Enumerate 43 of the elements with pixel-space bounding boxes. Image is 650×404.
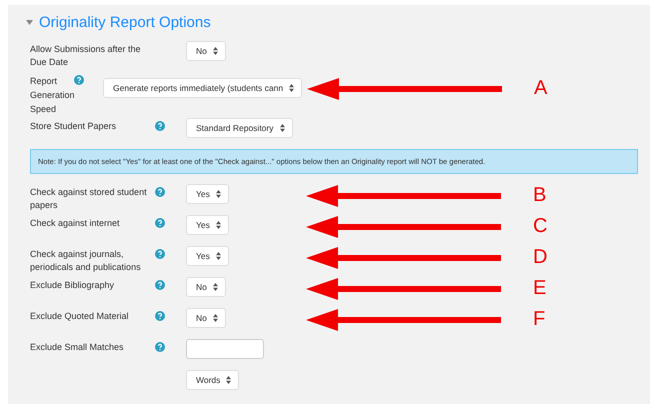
- sort-arrows-icon: [216, 221, 221, 229]
- dropdown-select[interactable]: Generate reports immediately (students cann: [103, 78, 302, 98]
- annotation-letter: E: [533, 277, 546, 300]
- dropdown-select[interactable]: Yes: [186, 246, 229, 266]
- sort-arrows-icon: [212, 47, 218, 55]
- field-label: Check against stored student papers: [30, 186, 148, 212]
- collapse-caret-icon[interactable]: [26, 20, 33, 24]
- annotation-letter: C: [533, 215, 548, 238]
- field-label: Exclude Quoted Material: [30, 310, 130, 323]
- sort-arrows-icon: [212, 283, 218, 291]
- sort-arrows-icon: [289, 84, 294, 92]
- field-label: Exclude Small Matches: [30, 341, 125, 354]
- help-icon[interactable]: [155, 121, 165, 131]
- dropdown-select[interactable]: No: [186, 277, 226, 297]
- annotation-letter: B: [533, 184, 546, 207]
- dropdown-select[interactable]: Yes: [186, 184, 229, 204]
- sort-arrows-icon: [226, 376, 232, 384]
- field-label: Report Generation Speed: [30, 75, 74, 116]
- field-label: Check against journals, periodicals and publications: [30, 248, 142, 274]
- help-icon[interactable]: [74, 75, 84, 85]
- help-icon[interactable]: [155, 311, 165, 321]
- dropdown-select[interactable]: No: [186, 41, 226, 61]
- help-icon[interactable]: [155, 249, 165, 259]
- help-icon[interactable]: [155, 280, 165, 290]
- help-icon[interactable]: [155, 342, 165, 352]
- dropdown-select[interactable]: Standard Repository: [186, 118, 292, 138]
- field-label: Allow Submissions after the Due Date: [30, 43, 142, 69]
- sort-arrows-icon: [280, 124, 284, 132]
- field-label: Store Student Papers: [30, 120, 118, 133]
- sort-arrows-icon: [216, 252, 221, 260]
- sort-arrows-icon: [216, 190, 221, 198]
- dropdown-select[interactable]: Words: [186, 370, 240, 390]
- annotation-letter: D: [533, 246, 548, 269]
- dropdown-select[interactable]: No: [186, 308, 226, 328]
- input-field[interactable]: [186, 339, 264, 359]
- field-label: Exclude Bibliography: [30, 279, 116, 292]
- help-icon[interactable]: [155, 187, 165, 197]
- annotation-letter: F: [533, 308, 546, 331]
- dropdown-select[interactable]: Yes: [186, 215, 229, 235]
- annotation-letter: A: [534, 77, 548, 100]
- field-label: Check against internet: [30, 217, 121, 230]
- help-icon[interactable]: [155, 218, 165, 228]
- sort-arrows-icon: [212, 314, 218, 322]
